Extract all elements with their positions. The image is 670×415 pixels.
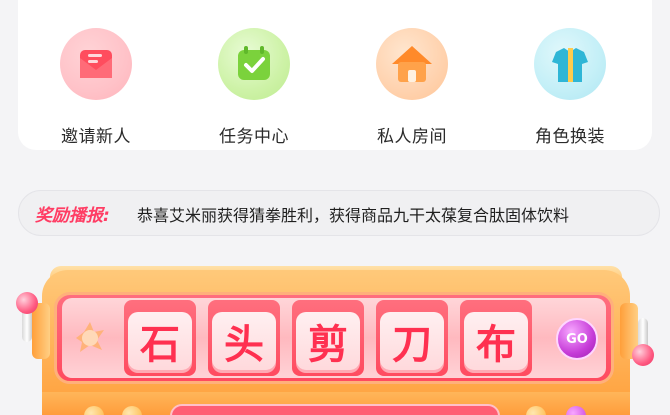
- reel-symbol-1: 石: [128, 312, 192, 370]
- left-lever-knob: [16, 292, 38, 314]
- reel-symbol-5: 布: [464, 312, 528, 370]
- slot-machine-left-side: [32, 303, 50, 359]
- menu-item-outfit-change[interactable]: 角色换装: [510, 28, 630, 147]
- menu-label-invite: 邀请新人: [61, 127, 131, 147]
- menu-item-private-room[interactable]: 私人房间: [352, 28, 472, 147]
- reward-broadcast-bar: 奖励播报: 恭喜艾米丽获得猜拳胜利，获得商品九干太葆复合肽固体饮料: [18, 190, 660, 236]
- right-lever-knob[interactable]: [632, 344, 654, 366]
- menu-label-private-room: 私人房间: [377, 127, 447, 147]
- broadcast-message: 恭喜艾米丽获得猜拳胜利，获得商品九干太葆复合肽固体饮料: [137, 206, 570, 225]
- reel-symbol-4: 刀: [380, 312, 444, 370]
- menu-item-task-center[interactable]: 任务中心: [194, 28, 314, 147]
- menu-item-invite[interactable]: 邀请新人: [36, 28, 156, 147]
- go-button[interactable]: GO: [556, 318, 598, 360]
- task-calendar-icon: [218, 28, 290, 100]
- house-icon: [376, 28, 448, 100]
- invite-envelope-icon: [60, 28, 132, 100]
- shirt-icon: [534, 28, 606, 100]
- bottom-info-pill: [170, 404, 500, 415]
- reel-symbol-3: 剪: [296, 312, 360, 370]
- menu-label-task-center: 任务中心: [219, 127, 289, 147]
- reel-symbol-2: 头: [212, 312, 276, 370]
- menu-label-outfit-change: 角色换装: [535, 127, 605, 147]
- broadcast-title: 奖励播报:: [35, 206, 110, 226]
- rock-paper-scissors-hand-icon: [70, 318, 110, 358]
